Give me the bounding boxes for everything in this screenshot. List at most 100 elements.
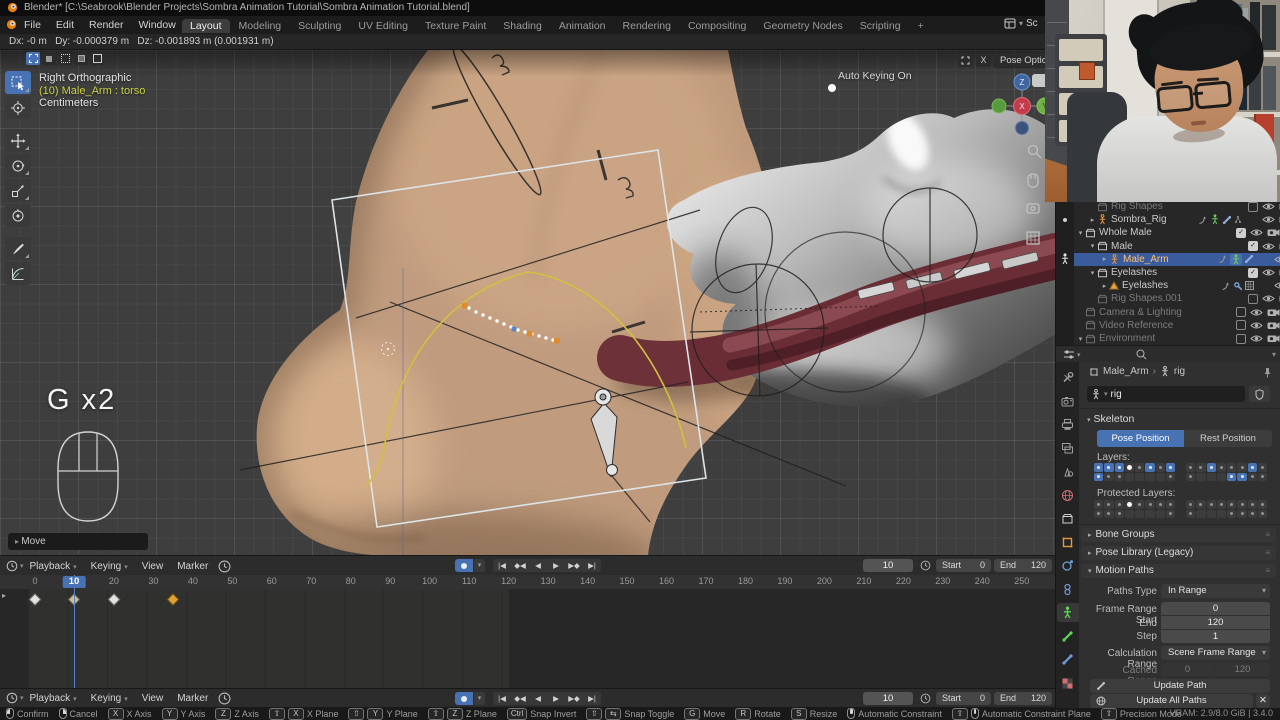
protected-a1-layer-3[interactable] <box>1125 510 1134 519</box>
viewport-3d[interactable]: Z Y X <box>0 50 1055 555</box>
current-frame-field[interactable]: 10 <box>863 692 913 705</box>
workspace-tab-sculpting[interactable]: Sculpting <box>290 19 349 33</box>
layers-a0-layer-2[interactable] <box>1115 463 1124 472</box>
eye-icon[interactable] <box>1262 268 1275 277</box>
workspace-tab-modeling[interactable]: Modeling <box>231 19 290 33</box>
motion-paths-panel-header[interactable]: ▾Motion Paths≡ <box>1081 564 1276 578</box>
timeline-channel-area[interactable]: ▸ <box>0 589 1055 688</box>
frame-start-field[interactable]: Start0 <box>936 692 991 705</box>
tool-annotate[interactable] <box>5 237 31 260</box>
jump-to-end-button[interactable]: ▶| <box>583 559 601 572</box>
timeline-ruler[interactable]: 0203040506070809010011012013014015016017… <box>0 575 1055 590</box>
expander-icon[interactable]: ▸ <box>1100 255 1109 263</box>
layers-a1-layer-5[interactable] <box>1145 473 1154 482</box>
timeline-menu-playback[interactable]: Playback▾ <box>30 693 77 704</box>
eye-icon[interactable] <box>1274 281 1280 290</box>
workspace-tab-scripting[interactable]: Scripting <box>852 19 909 33</box>
layers-b1-layer-2[interactable] <box>1207 473 1216 482</box>
layers-a0-layer-3[interactable] <box>1125 463 1134 472</box>
keying-set-dropdown[interactable]: ▾ <box>474 692 485 705</box>
outliner-row-rig-shapes-001[interactable]: Rig Shapes.001 <box>1074 292 1280 305</box>
select-mode-new[interactable] <box>26 52 40 65</box>
tab-scene[interactable] <box>1057 462 1079 481</box>
protected-b1-layer-4[interactable] <box>1227 510 1236 519</box>
outliner-row-whole-male[interactable]: ▾Whole Male✓ <box>1074 226 1280 239</box>
outliner-row-sombra-rig[interactable]: ▸Sombra_Rig <box>1074 213 1280 226</box>
play-button[interactable]: ▶ <box>547 559 565 572</box>
expander-icon[interactable]: ▾ <box>1088 242 1097 250</box>
timeline-menu-playback[interactable]: Playback▾ <box>30 561 77 572</box>
protected-b1-layer-7[interactable] <box>1258 510 1267 519</box>
tool-rotate[interactable] <box>5 154 31 177</box>
select-mode-extend[interactable] <box>42 52 56 65</box>
layers-a1-layer-1[interactable] <box>1104 473 1113 482</box>
pin-icon[interactable] <box>1263 367 1272 378</box>
clear-paths-button[interactable]: ✕ <box>1256 694 1270 708</box>
selected-torso-bone-shape[interactable] <box>332 150 706 527</box>
protected-b1-layer-6[interactable] <box>1248 510 1257 519</box>
layers-b0-layer-6[interactable] <box>1248 463 1257 472</box>
play-reverse-button[interactable]: ◀ <box>529 692 547 705</box>
layers-b1-layer-4[interactable] <box>1227 473 1236 482</box>
outliner-row-camera-lighting[interactable]: Camera & Lighting <box>1074 306 1280 319</box>
workspace-tab-rendering[interactable]: Rendering <box>615 19 679 33</box>
editor-type-button[interactable]: ▾ <box>6 692 24 704</box>
layers-b1-layer-6[interactable] <box>1248 473 1257 482</box>
editor-type-button[interactable]: ▾ <box>6 560 24 572</box>
keying-set-dropdown[interactable]: ▾ <box>474 559 485 572</box>
collection-checkbox[interactable] <box>1248 202 1258 212</box>
camera-visibility-icon[interactable] <box>1267 308 1280 317</box>
update-path-button[interactable]: Update Path <box>1090 679 1270 693</box>
current-frame-indicator[interactable]: 10 <box>63 576 86 588</box>
gizmo-settings-button[interactable] <box>958 53 973 67</box>
use-preview-range-icon[interactable] <box>920 560 931 571</box>
layers-a1-layer-3[interactable] <box>1125 473 1134 482</box>
tool-transform[interactable] <box>5 204 31 227</box>
menu-file[interactable]: File <box>24 19 41 31</box>
eye-icon[interactable] <box>1262 215 1275 224</box>
bone-groups-panel-header[interactable]: ▸Bone Groups≡ <box>1081 528 1276 542</box>
layers-a1-layer-6[interactable] <box>1156 473 1165 482</box>
tab-tool[interactable] <box>1057 368 1079 387</box>
tool-cursor[interactable] <box>5 96 31 119</box>
layers-b1-layer-3[interactable] <box>1217 473 1226 482</box>
outliner-row-eyelashes[interactable]: ▸Eyelashes <box>1074 279 1280 292</box>
id-name-field[interactable]: ▾ rig <box>1087 386 1245 402</box>
tab-bone[interactable] <box>1057 627 1079 646</box>
collection-checkbox[interactable]: ✓ <box>1236 228 1246 238</box>
next-keyframe-button[interactable]: ▶◆ <box>565 692 583 705</box>
select-mode-subtract[interactable] <box>58 52 72 65</box>
outliner-row-environment[interactable]: ▾Environment <box>1074 332 1280 345</box>
layers-a1-layer-7[interactable] <box>1166 473 1175 482</box>
fake-user-shield-button[interactable] <box>1249 386 1270 402</box>
auto-keyframe-record-button[interactable] <box>455 692 473 705</box>
auto-keyframe-record-button[interactable] <box>455 559 473 572</box>
timeline-menu-view[interactable]: View <box>142 561 164 572</box>
prev-keyframe-button[interactable]: ◆◀ <box>511 692 529 705</box>
protected-a1-layer-6[interactable] <box>1156 510 1165 519</box>
layers-a0-layer-4[interactable] <box>1135 463 1144 472</box>
tab-object[interactable] <box>1057 533 1079 552</box>
layers-b1-layer-0[interactable] <box>1186 473 1195 482</box>
layers-b1-layer-1[interactable] <box>1196 473 1205 482</box>
layers-b0-layer-2[interactable] <box>1207 463 1216 472</box>
tab-physics[interactable] <box>1057 556 1079 575</box>
frame-range-end-field[interactable]: 120 <box>1161 616 1270 629</box>
outliner-row-male-arm[interactable]: ▸Male_Arm <box>1074 253 1280 266</box>
tab-constraints[interactable] <box>1057 580 1079 599</box>
search-icon[interactable] <box>1136 349 1147 360</box>
tab-view-layer[interactable] <box>1057 439 1079 458</box>
current-frame-field[interactable]: 10 <box>863 559 913 572</box>
camera-visibility-icon[interactable] <box>1267 334 1280 343</box>
tab-render[interactable] <box>1057 392 1079 411</box>
operator-panel[interactable]: ▸ Move <box>8 533 148 550</box>
jump-to-start-button[interactable]: |◀ <box>493 692 511 705</box>
protected-a0-layer-4[interactable] <box>1135 500 1144 509</box>
expander-icon[interactable]: ▸ <box>1088 216 1097 224</box>
workspace-tab-texture-paint[interactable]: Texture Paint <box>417 19 494 33</box>
tool-scale[interactable] <box>5 179 31 202</box>
eye-icon[interactable] <box>1274 255 1280 264</box>
eye-icon[interactable] <box>1262 294 1275 303</box>
play-button[interactable]: ▶ <box>547 692 565 705</box>
protected-a1-layer-5[interactable] <box>1145 510 1154 519</box>
